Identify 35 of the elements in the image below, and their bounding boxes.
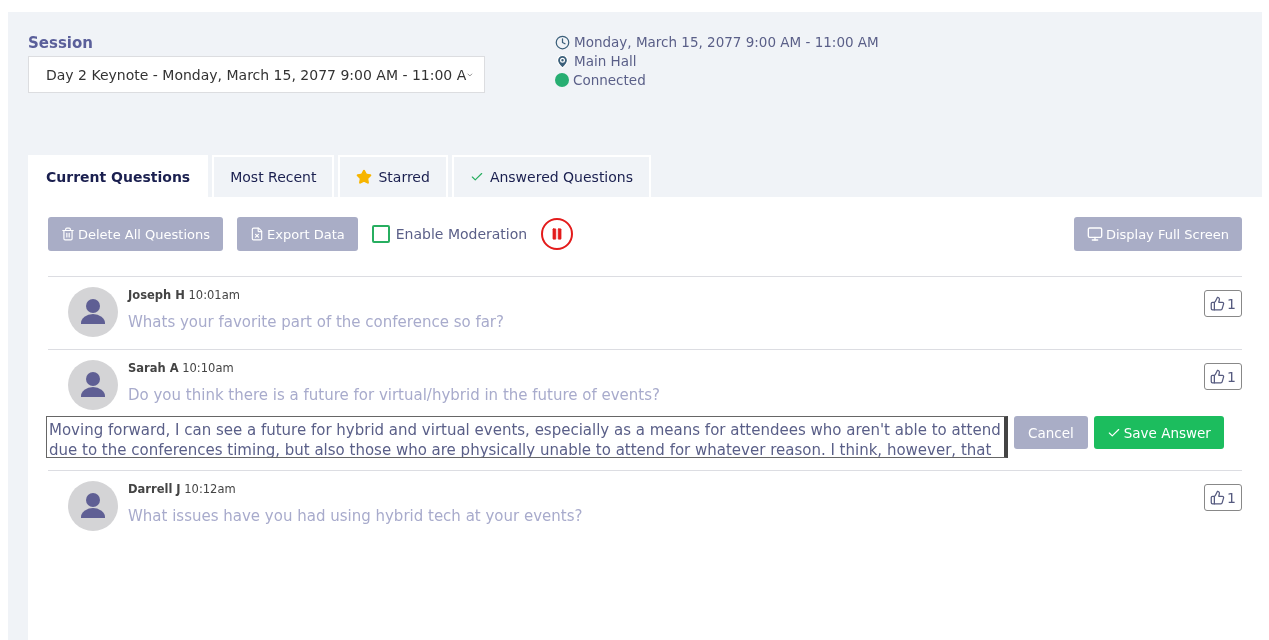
- session-label: Session: [28, 34, 94, 52]
- file-icon: [250, 227, 264, 241]
- clock-icon: [555, 34, 570, 50]
- like-button[interactable]: 1: [1204, 484, 1242, 511]
- pause-icon: [550, 227, 565, 241]
- like-button[interactable]: 1: [1204, 363, 1242, 390]
- tab[interactable]: Starred: [338, 155, 448, 197]
- tab[interactable]: Answered Questions: [451, 155, 651, 197]
- avatar-icon: [68, 287, 118, 337]
- question-text: What issues have you had using hybrid tech at your events?: [128, 507, 584, 525]
- moderation-checkbox[interactable]: [371, 225, 390, 243]
- like-button[interactable]: 1: [1204, 290, 1242, 317]
- tab[interactable]: Most Recent: [212, 155, 335, 197]
- question-text: Whats your favorite part of the conference so far?: [128, 313, 505, 331]
- session-time: Monday, March 15, 2077 9:00 AM - 11:00 AM: [574, 34, 879, 50]
- session-select[interactable]: Day 2 Keynote - Monday, March 15, 2077 9:00 AM - 11:00 A: [28, 56, 485, 93]
- question-meta: Sarah A 10:10am: [128, 361, 235, 375]
- question-meta: Joseph H 10:01am: [128, 288, 241, 302]
- thumbs-up-icon: [1210, 369, 1226, 384]
- trash-icon: [61, 227, 75, 241]
- moderation-label: Enable Moderation: [395, 226, 528, 242]
- check-icon: [469, 170, 484, 184]
- session-location: Main Hall: [574, 53, 637, 69]
- question-text: Do you think there is a future for virtual/hybrid in the future of events?: [128, 386, 661, 404]
- question-meta: Darrell J 10:12am: [128, 482, 237, 496]
- monitor-icon: [1086, 226, 1103, 242]
- thumbs-up-icon: [1210, 490, 1226, 505]
- star-icon: [356, 169, 373, 185]
- avatar-icon: [68, 360, 118, 410]
- tab[interactable]: Current Questions: [28, 155, 209, 197]
- thumbs-up-icon: [1210, 296, 1226, 311]
- pause-button[interactable]: [541, 218, 574, 250]
- avatar-icon: [68, 481, 118, 531]
- connection-status: Connected: [573, 72, 646, 88]
- location-pin-icon: [555, 53, 570, 69]
